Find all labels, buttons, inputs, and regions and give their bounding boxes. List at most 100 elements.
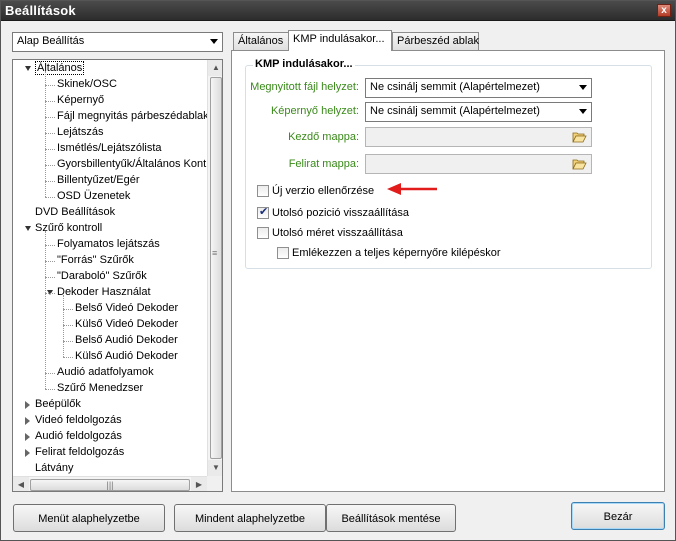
tree-item[interactable]: Szűrő Menedzser (57, 381, 143, 396)
tree-item[interactable]: Külső Videó Dekoder (75, 317, 178, 332)
scroll-up-icon[interactable]: ▲ (208, 60, 222, 76)
save-settings-button[interactable]: Beállítások mentése (326, 504, 456, 532)
tree-item-label: Külső Audió Dekoder (75, 350, 178, 362)
start-folder-field[interactable] (365, 127, 592, 147)
tree-item[interactable]: DVD Beállítások (35, 205, 115, 220)
tree-item[interactable]: Audió adatfolyamok (57, 365, 154, 380)
tree-item[interactable]: Ismétlés/Lejátszólista (57, 141, 162, 156)
tree-item[interactable]: Dekoder Használat (57, 285, 151, 300)
tree-connector (45, 293, 55, 294)
tree-horizontal-scrollbar[interactable]: ◀ ||| ▶ (13, 476, 207, 491)
tree-item[interactable]: Belső Videó Dekoder (75, 301, 178, 316)
screen-position-select[interactable]: Ne csinálj semmit (Alapértelmezet) (365, 102, 592, 122)
tab-dialog[interactable]: Párbeszéd ablak (392, 32, 479, 51)
tree-connector (63, 357, 73, 358)
tree-item[interactable]: Látvány (35, 461, 74, 476)
tree-item-label: Általános (35, 61, 85, 75)
tree-item-label: Külső Videó Dekoder (75, 318, 179, 330)
tree-item[interactable]: OSD Üzenetek (57, 189, 130, 204)
tree-item-label: Gyorsbillentyűk/Általános Kontr (57, 158, 210, 170)
collapsed-arrow-icon[interactable] (25, 401, 30, 409)
settings-window: Beállítások x Alap Beállítás Általános Sk… (0, 0, 676, 541)
tree-item[interactable]: Képernyő (57, 93, 104, 108)
tree-horizontal-scroll-thumb[interactable]: ||| (30, 479, 190, 491)
tree-connector (63, 325, 73, 326)
tree-connector (45, 165, 55, 166)
tree-item-label: Dekoder Használat (57, 286, 151, 298)
tree-connector (45, 117, 55, 118)
title-bar: Beállítások x (1, 1, 675, 21)
open-folder-icon[interactable] (572, 158, 587, 170)
start-folder-label: Kezdő mappa: (288, 131, 359, 143)
window-title: Beállítások (5, 3, 76, 18)
tree-item-label: Lejátszás (57, 126, 104, 138)
tree-item[interactable]: Gyorsbillentyűk/Általános Kontr (57, 157, 210, 172)
close-window-button[interactable]: x (657, 4, 671, 17)
opened-file-select-value: Ne csinálj semmit (Alapértelmezet) (370, 81, 540, 93)
scrollbar-corner (207, 476, 222, 491)
tree-connector (45, 231, 46, 389)
remember-fullscreen-checkbox[interactable] (277, 247, 289, 259)
tree-item-label: Beépülők (35, 398, 81, 410)
tree-item[interactable]: Audió feldolgozás (35, 429, 122, 444)
reset-all-button[interactable]: Mindent alaphelyzetbe (174, 504, 326, 532)
tree-item[interactable]: Folyamatos lejátszás (57, 237, 160, 252)
restore-position-label: Utolsó pozició visszaállítása (272, 207, 409, 219)
expanded-arrow-icon[interactable] (25, 66, 31, 71)
chevron-down-icon (579, 109, 587, 114)
tree-item[interactable]: "Forrás" Szűrők (57, 253, 134, 268)
tree-connector (45, 101, 55, 102)
tree-item-label: "Daraboló" Szűrők (57, 270, 147, 282)
tree-vertical-scroll-thumb[interactable]: ≡ (210, 77, 222, 459)
open-folder-icon[interactable] (572, 131, 587, 143)
preset-select[interactable]: Alap Beállítás (12, 32, 223, 52)
tree-connector (45, 277, 55, 278)
tree-connector (45, 197, 55, 198)
tree-item[interactable]: Felirat feldolgozás (35, 445, 124, 460)
expanded-arrow-icon[interactable] (25, 226, 31, 231)
tree-item-label: Videó feldolgozás (35, 414, 122, 426)
tree-connector (45, 85, 55, 86)
restore-size-label: Utolsó méret visszaállítása (272, 227, 403, 239)
tree-item[interactable]: Skinek/OSC (57, 77, 117, 92)
reset-menu-button[interactable]: Menüt alaphelyzetbe (13, 504, 165, 532)
chevron-down-icon (210, 39, 218, 44)
restore-size-checkbox[interactable] (257, 227, 269, 239)
check-new-version-checkbox[interactable] (257, 185, 269, 197)
tab-general[interactable]: Általános (233, 32, 289, 51)
tree-item-label: Folyamatos lejátszás (57, 238, 160, 250)
tree-item-label: Skinek/OSC (57, 78, 117, 90)
scroll-right-icon[interactable]: ▶ (191, 477, 207, 491)
tab-kmp-startup[interactable]: KMP indulásakor... (288, 30, 392, 51)
collapsed-arrow-icon[interactable] (25, 433, 30, 441)
opened-file-select[interactable]: Ne csinálj semmit (Alapértelmezet) (365, 78, 592, 98)
tree-connector (45, 133, 55, 134)
remember-fullscreen-label: Emlékezzen a teljes képernyőre kilépésko… (292, 247, 501, 259)
tree-item-label: "Forrás" Szűrők (57, 254, 134, 266)
collapsed-arrow-icon[interactable] (25, 417, 30, 425)
close-button[interactable]: Bezár (571, 502, 665, 530)
tree-item[interactable]: Lejátszás (57, 125, 103, 140)
check-new-version-label: Új verzio ellenőrzése (272, 185, 375, 197)
tree-item[interactable]: Billentyűzet/Egér (57, 173, 140, 188)
tree-item[interactable]: Videó feldolgozás (35, 413, 122, 428)
tree-item-label: Billentyűzet/Egér (57, 174, 140, 186)
tree-item[interactable]: Külső Audió Dekoder (75, 349, 178, 364)
tree-item-label: Felirat feldolgozás (35, 446, 125, 458)
tree-vertical-scrollbar[interactable]: ▲ ≡ ▼ (207, 60, 222, 476)
group-title: KMP indulásakor... (253, 58, 355, 70)
restore-position-checkbox[interactable] (257, 205, 269, 219)
tree-connector (45, 389, 55, 390)
tree-item-label: Látvány (35, 462, 74, 474)
tree-connector (45, 149, 55, 150)
tree-item[interactable]: Belső Audió Dekoder (75, 333, 178, 348)
screen-position-label: Képernyő helyzet: (270, 105, 359, 117)
tree-item[interactable]: Fájl megnyitás párbeszédablak (57, 109, 209, 124)
scroll-left-icon[interactable]: ◀ (13, 477, 29, 491)
scroll-down-icon[interactable]: ▼ (208, 460, 222, 476)
tree-item[interactable]: "Daraboló" Szűrők (57, 269, 147, 284)
tree-item[interactable]: Általános (35, 61, 85, 76)
collapsed-arrow-icon[interactable] (25, 449, 30, 457)
subtitle-folder-field[interactable] (365, 154, 592, 174)
tree-item[interactable]: Beépülők (35, 397, 81, 412)
